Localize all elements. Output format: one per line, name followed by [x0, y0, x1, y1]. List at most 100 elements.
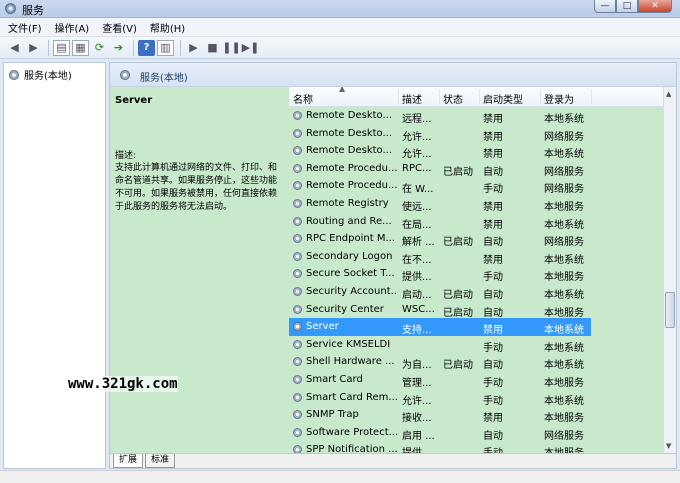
column-divider[interactable] — [439, 89, 440, 105]
status-bar — [0, 470, 680, 483]
console-tree-icon[interactable]: ▤ — [53, 39, 70, 56]
table-row[interactable]: RPC Endpoint M... 解析 ... 已启动 自动 网络服务 — [289, 230, 664, 248]
panel-header: 服务(本地) — [110, 63, 676, 87]
scroll-up-arrow-icon[interactable]: ▲ — [666, 90, 671, 98]
menu-action[interactable]: 操作(A) — [55, 20, 90, 35]
service-logon-as: 本地系统 — [544, 395, 584, 407]
table-row[interactable]: Security Center WSC... 已启动 自动 本地服务 — [289, 301, 664, 319]
table-row[interactable]: Service KMSELDI 手动 本地系统 — [289, 336, 664, 354]
tab-extended[interactable]: 扩展 — [113, 454, 144, 468]
service-gear-icon — [293, 251, 302, 261]
watermark-text: www.321gk.com — [68, 376, 178, 392]
close-button[interactable]: ✕ — [638, 0, 672, 13]
service-description: 在局... — [402, 219, 432, 231]
table-row[interactable]: Secure Socket T... 提供... 手动 本地服务 — [289, 265, 664, 283]
column-divider[interactable] — [591, 89, 592, 105]
title-bar: 服务 — □ ✕ — [0, 0, 680, 18]
table-row[interactable]: Shell Hardware ... 为自... 已启动 自动 本地系统 — [289, 353, 664, 371]
service-gear-icon — [293, 163, 302, 173]
services-gear-icon — [9, 69, 19, 80]
service-logon-as: 本地服务 — [544, 272, 584, 284]
service-description: 管理... — [402, 377, 432, 389]
table-row[interactable]: Routing and Re... 在局... 禁用 本地系统 — [289, 213, 664, 231]
menu-help[interactable]: 帮助(H) — [150, 20, 185, 35]
table-row[interactable]: Software Protect... 启用 ... 自动 网络服务 — [289, 424, 664, 442]
service-gear-icon — [293, 181, 302, 191]
column-status[interactable]: 状态 — [443, 91, 463, 106]
restart-service-icon[interactable]: ▶❚ — [242, 40, 260, 56]
vertical-scrollbar[interactable]: ▲ ▼ — [663, 87, 676, 453]
forward-arrow-icon[interactable]: ▶ — [25, 40, 42, 56]
column-divider[interactable] — [398, 89, 399, 105]
maximize-button[interactable]: □ — [616, 0, 638, 13]
table-row[interactable]: Remote Deskto... 远程... 禁用 本地系统 — [289, 107, 664, 125]
table-row[interactable]: Remote Deskto... 允许... 禁用 本地系统 — [289, 142, 664, 160]
service-gear-icon — [293, 392, 302, 402]
scroll-down-arrow-icon[interactable]: ▼ — [666, 442, 671, 450]
refresh-icon[interactable]: ⟳ — [91, 40, 108, 56]
table-row[interactable]: Remote Deskto... 允许... 禁用 网络服务 — [289, 125, 664, 143]
service-description: 接收... — [402, 413, 432, 425]
tree-node-services-local[interactable]: 服务(本地) — [8, 67, 72, 82]
back-arrow-icon[interactable]: ◀ — [6, 40, 23, 56]
service-gear-icon — [293, 339, 302, 349]
table-row[interactable]: Remote Procedu... RPC... 已启动 自动 网络服务 — [289, 160, 664, 178]
console-tree: 服务(本地) — [3, 62, 106, 469]
service-status: 已启动 — [443, 289, 473, 301]
toolbar-separator — [133, 39, 134, 56]
view-tabs: 扩展 标准 — [110, 453, 676, 468]
table-row[interactable]: Secondary Logon 在不... 禁用 本地系统 — [289, 248, 664, 266]
help-icon[interactable]: ? — [138, 39, 155, 56]
service-gear-icon — [293, 146, 302, 156]
column-divider[interactable] — [540, 89, 541, 105]
description-pane: Server 描述: 支持此计算机通过网络的文件、打印、和命名管道共享。如果服务… — [110, 87, 289, 453]
menu-file[interactable]: 文件(F) — [8, 20, 42, 35]
tab-standard[interactable]: 标准 — [145, 454, 176, 468]
column-name[interactable]: 名称 — [293, 91, 313, 106]
service-description: 允许... — [402, 131, 432, 143]
export-list-icon[interactable]: ➔ — [110, 40, 127, 56]
column-divider[interactable] — [479, 89, 480, 105]
column-description[interactable]: 描述 — [402, 91, 422, 106]
stop-service-icon[interactable]: ■ — [204, 40, 221, 56]
table-row[interactable]: Remote Procedu... 在 W... 手动 网络服务 — [289, 177, 664, 195]
service-logon-as: 网络服务 — [544, 237, 584, 249]
column-startup-type[interactable]: 启动类型 — [483, 91, 523, 106]
service-logon-as: 网络服务 — [544, 166, 584, 178]
service-startup-type: 自动 — [483, 360, 503, 372]
menu-view[interactable]: 查看(V) — [102, 20, 137, 35]
service-startup-type: 手动 — [483, 184, 503, 196]
service-description: 允许... — [402, 149, 432, 161]
service-name: Server — [306, 321, 339, 333]
service-name: Remote Procedu... — [306, 162, 398, 174]
start-service-icon[interactable]: ▶ — [185, 40, 202, 56]
service-startup-type: 禁用 — [483, 254, 503, 266]
show-hide-pane-icon[interactable]: ▥ — [157, 39, 174, 56]
table-row[interactable]: Security Account... 启动... 已启动 自动 本地系统 — [289, 283, 664, 301]
pause-service-icon[interactable]: ❚❚ — [222, 40, 240, 56]
service-logon-as: 网络服务 — [544, 131, 584, 143]
service-name: Service KMSELDI — [306, 338, 391, 350]
minimize-button[interactable]: — — [594, 0, 616, 13]
table-row[interactable]: SPP Notification ... 提供 ... 手动本地服务 — [289, 441, 664, 453]
service-startup-type: 禁用 — [483, 413, 503, 425]
column-logon-as[interactable]: 登录为 — [544, 91, 574, 106]
selected-service-name: Server — [115, 95, 153, 106]
table-row[interactable]: Smart Card 管理... 手动 本地服务 — [289, 371, 664, 389]
service-startup-type: 手动 — [483, 342, 503, 354]
properties-icon[interactable]: ▦ — [72, 39, 89, 56]
service-logon-as: 本地服务 — [544, 413, 584, 425]
service-logon-as: 本地服务 — [544, 307, 584, 319]
window-title: 服务 — [22, 4, 44, 17]
service-gear-icon — [293, 269, 302, 279]
service-name: Smart Card Rem... — [306, 391, 398, 403]
service-description: 远程... — [402, 114, 432, 125]
service-name: Security Center — [306, 303, 384, 315]
table-row[interactable]: Smart Card Rem... 允许... 手动 本地系统 — [289, 389, 664, 407]
service-logon-as: 本地系统 — [544, 342, 584, 354]
table-row[interactable]: Remote Registry 使远... 禁用 本地服务 — [289, 195, 664, 213]
scrollbar-thumb[interactable] — [665, 292, 675, 328]
table-row-selected[interactable]: Server 支持... 禁用 本地系统 — [289, 318, 591, 336]
service-logon-as: 本地系统 — [544, 149, 584, 161]
table-row[interactable]: SNMP Trap 接收... 禁用 本地服务 — [289, 406, 664, 424]
